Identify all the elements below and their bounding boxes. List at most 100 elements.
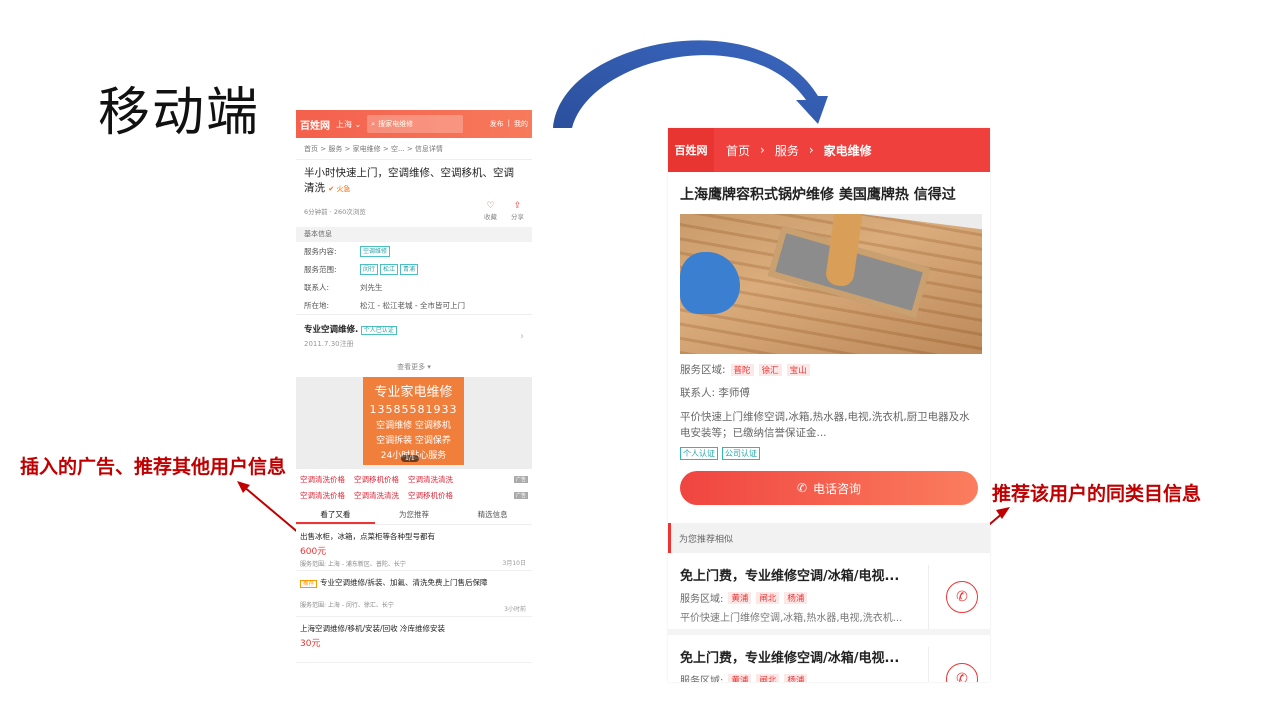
ad-link[interactable]: 空调清洗价格 (300, 474, 345, 485)
item-area: 服务范围: 上海 - 浦东新区、普陀、长宁 (300, 561, 406, 568)
label: 服务内容: (304, 246, 337, 256)
user-register-date: 2011.7.30注册 (304, 340, 354, 348)
post-title: 上海鹰牌容积式锅炉维修 美国鹰牌热 信得过 (680, 187, 956, 203)
left-phone-screen: 百姓网 上海 ⌄ ⌕ 搜家电维修 发布 | 我的 首页 > 服务 > 家电维修 … (296, 110, 532, 688)
list-item[interactable]: 免上门费，专业维修空调/冰箱/电视... 服务区域: 黄浦 闸北 杨浦 平价快速… (668, 553, 990, 635)
ad-link[interactable]: 空调移机价格 (354, 474, 399, 485)
phone-consult-button[interactable]: ✆ 电话咨询 (680, 471, 978, 505)
row-service-range: 服务范围: 闵行 松江 青浦 (296, 260, 532, 278)
area-tag: 杨浦 (784, 591, 808, 604)
ad-banner[interactable]: 专业家电维修 13585581933 空调维修 空调移机 空调拆装 空调保养 2… (296, 377, 532, 469)
breadcrumb-service[interactable]: 服务 (775, 142, 799, 159)
item-time: 3小时前 (504, 606, 526, 613)
label: 服务区域: (680, 594, 724, 605)
fire-badge-label: 火急 (336, 185, 351, 193)
slide-title: 移动端 (98, 83, 261, 143)
label: 服务范围: (304, 264, 337, 274)
area-tag: 普陀 (730, 363, 754, 376)
ad-image[interactable]: 专业家电维修 13585581933 空调维修 空调移机 空调拆装 空调保养 2… (363, 377, 464, 465)
range-tag: 青浦 (400, 263, 419, 275)
left-header: 百姓网 上海 ⌄ ⌕ 搜家电维修 发布 | 我的 (296, 110, 532, 138)
verification-badges: 个人认证 公司认证 (680, 447, 978, 460)
content-tag: 空调维修 (360, 245, 391, 257)
ad-tag: 广告 (513, 475, 528, 483)
item-price: 30元 (300, 639, 321, 649)
list-item[interactable]: 出售冰柜，冰箱，点菜柜等各种型号都有 600元 服务范围: 上海 - 浦东新区、… (296, 525, 532, 571)
area-tag: 徐汇 (758, 363, 782, 376)
post-title: 半小时快速上门，空调维修、空调移机、空调清洗 ✔ 火急 (296, 160, 532, 199)
row-service-content: 服务内容: 空调维修 (296, 242, 532, 260)
favorite-button[interactable]: ♡ 收藏 (484, 201, 497, 221)
share-icon: ⇪ (513, 201, 522, 211)
breadcrumb-current: 家电维修 (823, 143, 872, 158)
label: 所在地: (304, 300, 330, 310)
ad-pager: 1/1 (401, 455, 419, 462)
ad-link[interactable]: 空调清洗价格 (300, 490, 345, 501)
recommend-tabs: 看了又看 为您推荐 精选信息 (296, 505, 532, 525)
item-title: 出售冰柜，冰箱，点菜柜等各种型号都有 (300, 532, 435, 541)
city-selector[interactable]: 上海 ⌄ (336, 119, 361, 130)
search-input[interactable]: ⌕ 搜家电维修 (367, 115, 464, 133)
search-placeholder: 搜家电维修 (378, 120, 414, 128)
item-desc: 平价快速上门维修空调,冰箱,热水器,电视,洗衣机... (680, 613, 903, 624)
item-area: 服务区域: 黄浦 闸北 杨浦 (680, 672, 928, 682)
label: 服务区域: (680, 676, 724, 682)
user-name: 专业空调维修. (304, 325, 359, 335)
service-area: 服务区域: 普陀 徐汇 宝山 (680, 362, 978, 377)
logo[interactable]: 百姓网 (300, 117, 330, 132)
fire-badge: ✔ 火急 (328, 185, 351, 193)
ad-link[interactable]: 空调移机价格 (408, 490, 453, 501)
row-contact: 联系人: 刘先生 (296, 278, 532, 296)
row-location: 所在地: 松江 - 松江老城 - 全市皆可上门 (296, 296, 532, 314)
annot-left-pointer (242, 485, 301, 535)
user-card[interactable]: 专业空调维修. 个人已认证 2011.7.30注册 › (296, 314, 532, 357)
item-title: 免上门费，专业维修空调/冰箱/电视... (680, 569, 900, 584)
search-icon: ⌕ (371, 119, 376, 128)
breadcrumb-home[interactable]: 首页 (726, 142, 750, 159)
logo[interactable]: 百姓网 (668, 128, 714, 172)
list-item[interactable]: 上海空调维修/移机/安装/回收 冷库维修安装 30元 (296, 617, 532, 663)
post-image[interactable] (680, 214, 982, 354)
ad-link[interactable]: 空调清洗清洗 (354, 490, 399, 501)
ad-links: 空调清洗价格 空调移机价格 空调清洗清洗 广告 空调清洗价格 空调清洗清洗 空调… (296, 469, 532, 505)
phone-call-button[interactable]: ✆ (946, 663, 978, 682)
publish-link[interactable]: 发布 (490, 119, 504, 129)
section-basic-info: 基本信息 (296, 227, 532, 242)
item-title: 上海空调维修/移机/安装/回收 冷库维修安装 (300, 624, 445, 633)
contact-value: 刘先生 (360, 282, 383, 292)
curved-arrow (553, 40, 828, 128)
personal-verified-badge: 个人认证 (680, 447, 718, 460)
item-title: 免上门费，专业维修空调/冰箱/电视... (680, 651, 900, 666)
breadcrumb[interactable]: 首页 > 服务 > 家电维修 > 空... > 信息详情 (296, 138, 532, 160)
chevron-right-icon: › (760, 143, 765, 157)
tab-featured[interactable]: 精选信息 (453, 505, 532, 524)
item-title-text: 专业空调维修/拆装、加氟、清洗免费上门售后保障 (320, 578, 488, 587)
post-meta: 6分钟前 · 260次浏览 ♡ 收藏 ⇪ 分享 (296, 199, 532, 227)
tab-viewed[interactable]: 看了又看 (296, 505, 375, 524)
see-more-button[interactable]: 查看更多 ▾ (296, 357, 532, 377)
city-label: 上海 (336, 119, 352, 129)
see-more-label: 查看更多 (397, 363, 426, 371)
ad-line: 空调拆装 空调保养 (376, 436, 451, 446)
tab-recommend[interactable]: 为您推荐 (375, 505, 454, 524)
post-description: 平价快速上门维修空调,冰箱,热水器,电视,洗衣机,厨卫电器及水电安装等；已缴纳信… (680, 411, 970, 439)
recommend-section-header: 为您推荐相似 (668, 523, 990, 553)
area-tag: 闸北 (756, 673, 780, 682)
share-button[interactable]: ⇪ 分享 (511, 201, 524, 221)
chevron-down-icon: ⌄ (354, 119, 362, 129)
area-tag: 杨浦 (784, 673, 808, 682)
ad-title: 专业家电维修 (374, 385, 453, 400)
favorite-label: 收藏 (484, 213, 497, 221)
list-item[interactable]: 免上门费，专业维修空调/冰箱/电视... 服务区域: 黄浦 闸北 杨浦 ✆ (668, 635, 990, 682)
ad-link[interactable]: 空调清洗清洗 (408, 474, 453, 485)
mine-link[interactable]: 我的 (514, 119, 528, 129)
range-tag: 松江 (380, 263, 399, 275)
post-meta-text: 6分钟前 · 260次浏览 (304, 208, 366, 216)
list-item[interactable]: 推荐 专业空调维修/拆装、加氟、清洗免费上门售后保障 服务范围: 上海 - 闵行、… (296, 571, 532, 617)
phone-consult-label: 电话咨询 (813, 481, 862, 496)
annotation-ad-insert: 插入的广告、推荐其他用户信息 (20, 456, 287, 478)
phone-call-button[interactable]: ✆ (946, 581, 978, 613)
ad-tag: 广告 (513, 491, 528, 499)
area-tag: 黄浦 (728, 673, 752, 682)
ad-links-row: 空调清洗价格 空调清洗清洗 空调移机价格 广告 (300, 487, 528, 503)
